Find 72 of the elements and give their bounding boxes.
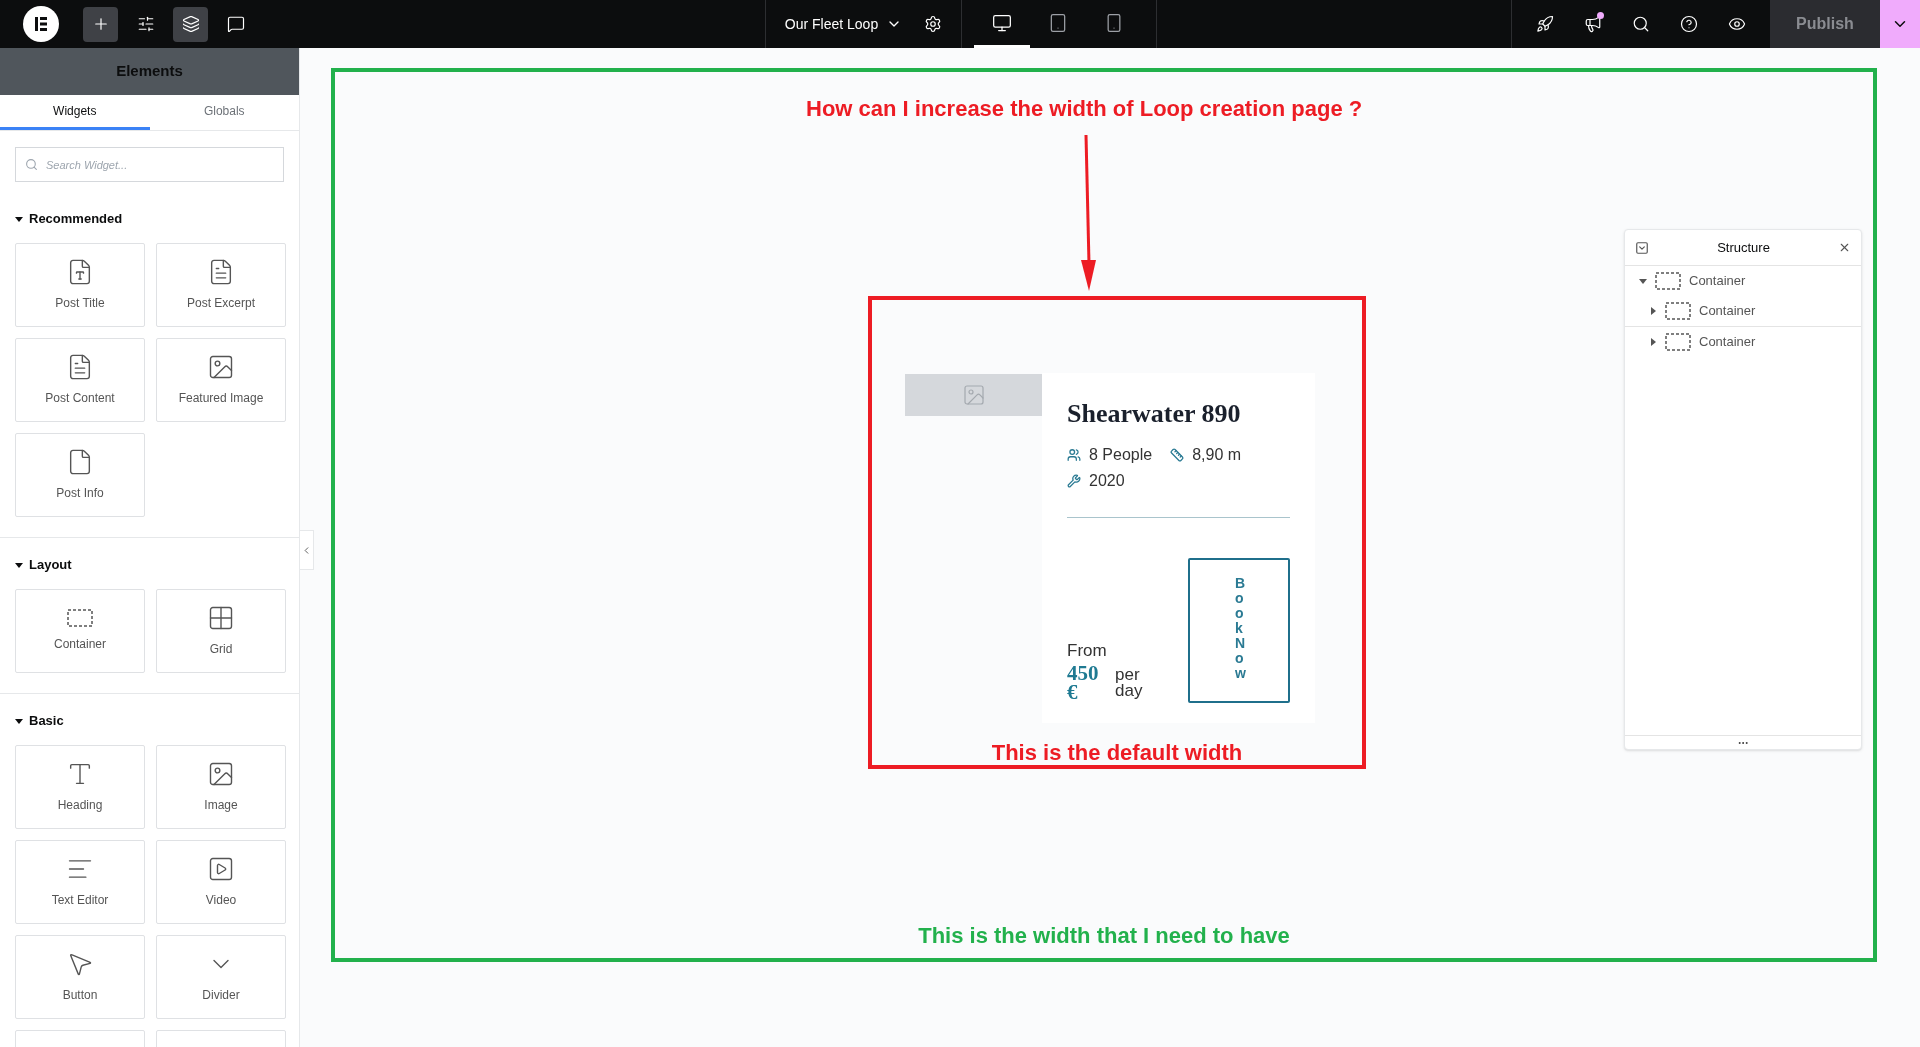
image-icon [207, 353, 235, 381]
search-icon [1632, 15, 1650, 33]
layers-icon [181, 15, 200, 33]
widget-tile[interactable]: Grid [156, 589, 286, 673]
caret-down-icon[interactable] [1639, 277, 1647, 285]
widget-tile[interactable]: Divider [156, 935, 286, 1019]
rocket-icon [1536, 15, 1554, 33]
image-icon [961, 383, 986, 407]
panel-title: Elements [116, 61, 183, 82]
panel-tab[interactable]: Globals [149, 95, 299, 130]
price-unit: per day [1115, 667, 1144, 699]
category-header[interactable]: Basic [0, 712, 79, 730]
spec-text: 8 People [1089, 445, 1153, 465]
tablet-icon [1048, 12, 1068, 33]
panel-title: Structure [1717, 238, 1770, 257]
tree-item[interactable]: Container [1625, 327, 1861, 357]
widget-tile[interactable]: Post Info [15, 433, 145, 517]
spec-text: 8,90 m [1192, 445, 1242, 465]
spec-text: 2020 [1089, 471, 1125, 491]
megaphone-icon [1584, 15, 1602, 33]
widget-tile[interactable]: Video [156, 840, 286, 924]
widget-tile[interactable]: Image [156, 745, 286, 829]
logo-icon[interactable] [23, 6, 59, 42]
desktop-icon [992, 12, 1012, 33]
help-icon [1680, 15, 1698, 33]
play-icon [207, 855, 235, 883]
dashed-rectangle-icon [67, 609, 93, 627]
toolbar-button[interactable] [173, 6, 208, 42]
people-icon [1067, 448, 1081, 462]
search-icon [25, 158, 38, 171]
image-icon [207, 760, 235, 788]
search-field[interactable]: Search Widget... [15, 147, 284, 182]
dashed-rectangle-icon [1665, 302, 1691, 320]
widget-tile[interactable]: Heading [15, 745, 145, 829]
close-icon[interactable] [1838, 241, 1851, 254]
price: 450 € [1067, 664, 1100, 702]
category-header[interactable]: Layout [0, 556, 87, 574]
tree-label: Container [1699, 333, 1756, 352]
annotation-caption: This is the width that I need to have [918, 922, 1290, 950]
widget-tile[interactable]: Text Editor [15, 840, 145, 924]
widget-tile[interactable]: Post Content [15, 338, 145, 422]
tree-item[interactable]: Container [1625, 266, 1861, 296]
sliders-icon [136, 15, 155, 33]
annotation-question: How can I increase the width of Loop creation page ? [806, 95, 1363, 123]
annotation-caption: This is the default width [991, 739, 1243, 767]
eye-icon [1728, 15, 1746, 33]
widget-tile[interactable]: Featured Image [156, 338, 286, 422]
tree-label: Container [1699, 302, 1756, 321]
caret-right-icon[interactable] [1649, 338, 1657, 346]
publish-button[interactable]: Publish [1770, 0, 1880, 48]
toolbar-button[interactable] [83, 6, 118, 42]
comment-icon [226, 15, 245, 33]
tree-item[interactable]: Container [1625, 296, 1861, 326]
widget-tile[interactable]: Post Excerpt [156, 243, 286, 327]
ruler-icon [1170, 448, 1185, 462]
widget-tile[interactable]: Button [15, 935, 145, 1019]
dashed-rectangle-icon [1655, 272, 1681, 290]
caret-right-icon[interactable] [1649, 307, 1657, 315]
collapse-icon[interactable] [1635, 240, 1649, 255]
card-title: Shearwater 890 [1067, 398, 1242, 430]
widget-tile[interactable]: Post Title [15, 243, 145, 327]
price-label: From [1067, 640, 1108, 662]
dashed-rectangle-icon [1665, 333, 1691, 351]
category-header[interactable]: Recommended [0, 210, 138, 228]
collapse-panel-handle[interactable] [300, 530, 314, 570]
settings-icon [924, 15, 943, 33]
tree-label: Container [1689, 272, 1746, 291]
grid-icon [207, 604, 235, 632]
widget-tile[interactable]: Container [15, 589, 145, 673]
book-now-button[interactable]: Book Now [1188, 558, 1290, 703]
panel-tab[interactable]: Widgets [0, 95, 150, 130]
wrench-icon [1067, 474, 1081, 488]
